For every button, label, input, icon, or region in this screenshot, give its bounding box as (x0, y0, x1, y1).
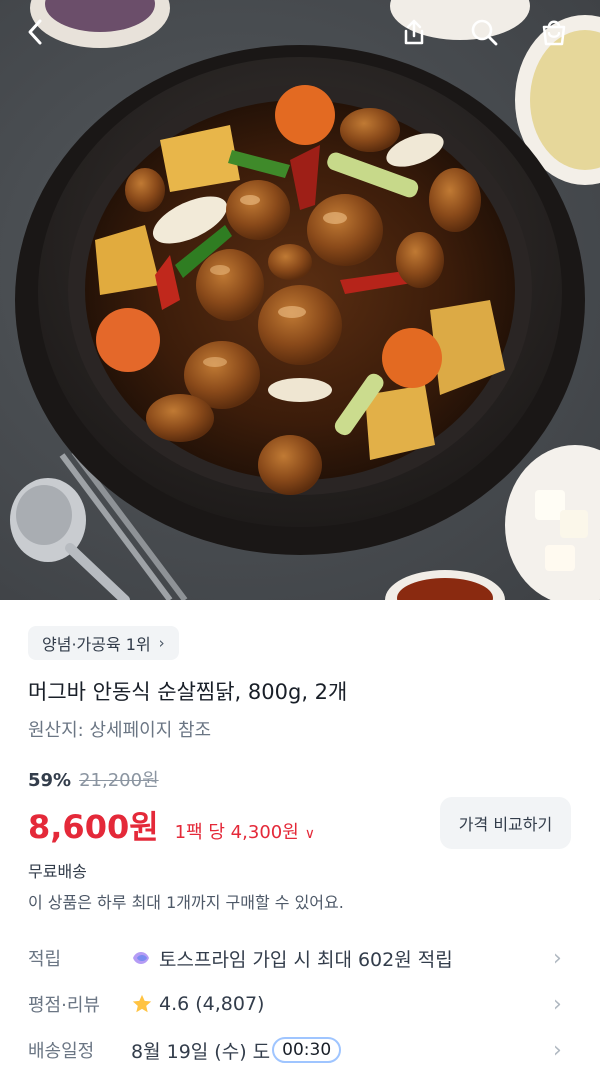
rating-value-wrap: 4.6 (4,807) (131, 993, 264, 1015)
purchase-limit-note: 이 상품은 하루 최대 1개까지 구매할 수 있어요. (28, 893, 344, 912)
cart-button[interactable] (534, 12, 574, 52)
discount-row: 59% 21,200원 (28, 766, 159, 792)
discount-rate: 59% (28, 770, 72, 791)
original-price: 21,200원 (79, 770, 159, 791)
countdown-timer-badge: 00:30 (272, 1037, 342, 1063)
shipping-info: 무료배송 (28, 862, 87, 881)
product-info-section: 양념·가공육 1위 › 머그바 안동식 순살찜닭, 800g, 2개 원산지: … (0, 600, 600, 1082)
top-navigation-bar (0, 0, 600, 66)
shopping-bag-icon (542, 20, 566, 46)
product-origin: 원산지: 상세페이지 참조 (28, 720, 212, 741)
chevron-right-icon: › (553, 945, 562, 971)
delivery-date: 8월 19일 (수) 도 (131, 1040, 271, 1063)
chevron-right-icon: › (553, 1037, 562, 1063)
back-button[interactable] (16, 12, 56, 52)
reward-value-wrap: 토스프라임 가입 시 최대 602원 적립 (131, 945, 453, 972)
delivery-schedule-row[interactable]: 배송일정 8월 19일 (수) 도 00:30 › (0, 1030, 600, 1070)
price-row: 8,600원 1팩 당 4,300원 ∨ (28, 802, 315, 848)
rank-chip-label: 양념·가공육 1위 (42, 635, 151, 654)
compare-price-button[interactable]: 가격 비교하기 (440, 797, 571, 849)
back-chevron-icon (28, 19, 42, 45)
share-button[interactable] (394, 12, 434, 52)
reward-row[interactable]: 적립 토스프라임 가입 시 최대 602원 적립 › (0, 938, 600, 978)
product-image[interactable] (0, 0, 600, 600)
delivery-label: 배송일정 (28, 1041, 95, 1062)
search-icon (471, 19, 498, 46)
reward-label: 적립 (28, 949, 62, 970)
braised-chicken-photo (10, 0, 600, 600)
product-title: 머그바 안동식 순살찜닭, 800g, 2개 (28, 680, 348, 704)
share-icon (404, 19, 424, 45)
unit-price-label: 1팩 당 4,300원 (174, 822, 299, 843)
search-button[interactable] (464, 12, 504, 52)
chevron-down-icon: ∨ (304, 826, 316, 842)
delivery-value-wrap: 8월 19일 (수) 도 00:30 (131, 1037, 342, 1064)
toss-prime-icon (133, 952, 149, 964)
category-rank-chip[interactable]: 양념·가공육 1위 › (28, 626, 179, 660)
reward-value: 토스프라임 가입 시 최대 602원 적립 (159, 948, 453, 971)
star-icon (132, 994, 152, 1013)
sale-price: 8,600원 (28, 808, 159, 846)
rating-review-row[interactable]: 평점·리뷰 4.6 (4,807) › (0, 984, 600, 1024)
chevron-right-icon: › (158, 634, 165, 652)
rating-value: 4.6 (4,807) (159, 993, 265, 1015)
rating-label: 평점·리뷰 (28, 995, 100, 1016)
chevron-right-icon: › (553, 991, 562, 1017)
unit-price-dropdown[interactable]: 1팩 당 4,300원 ∨ (175, 818, 315, 844)
